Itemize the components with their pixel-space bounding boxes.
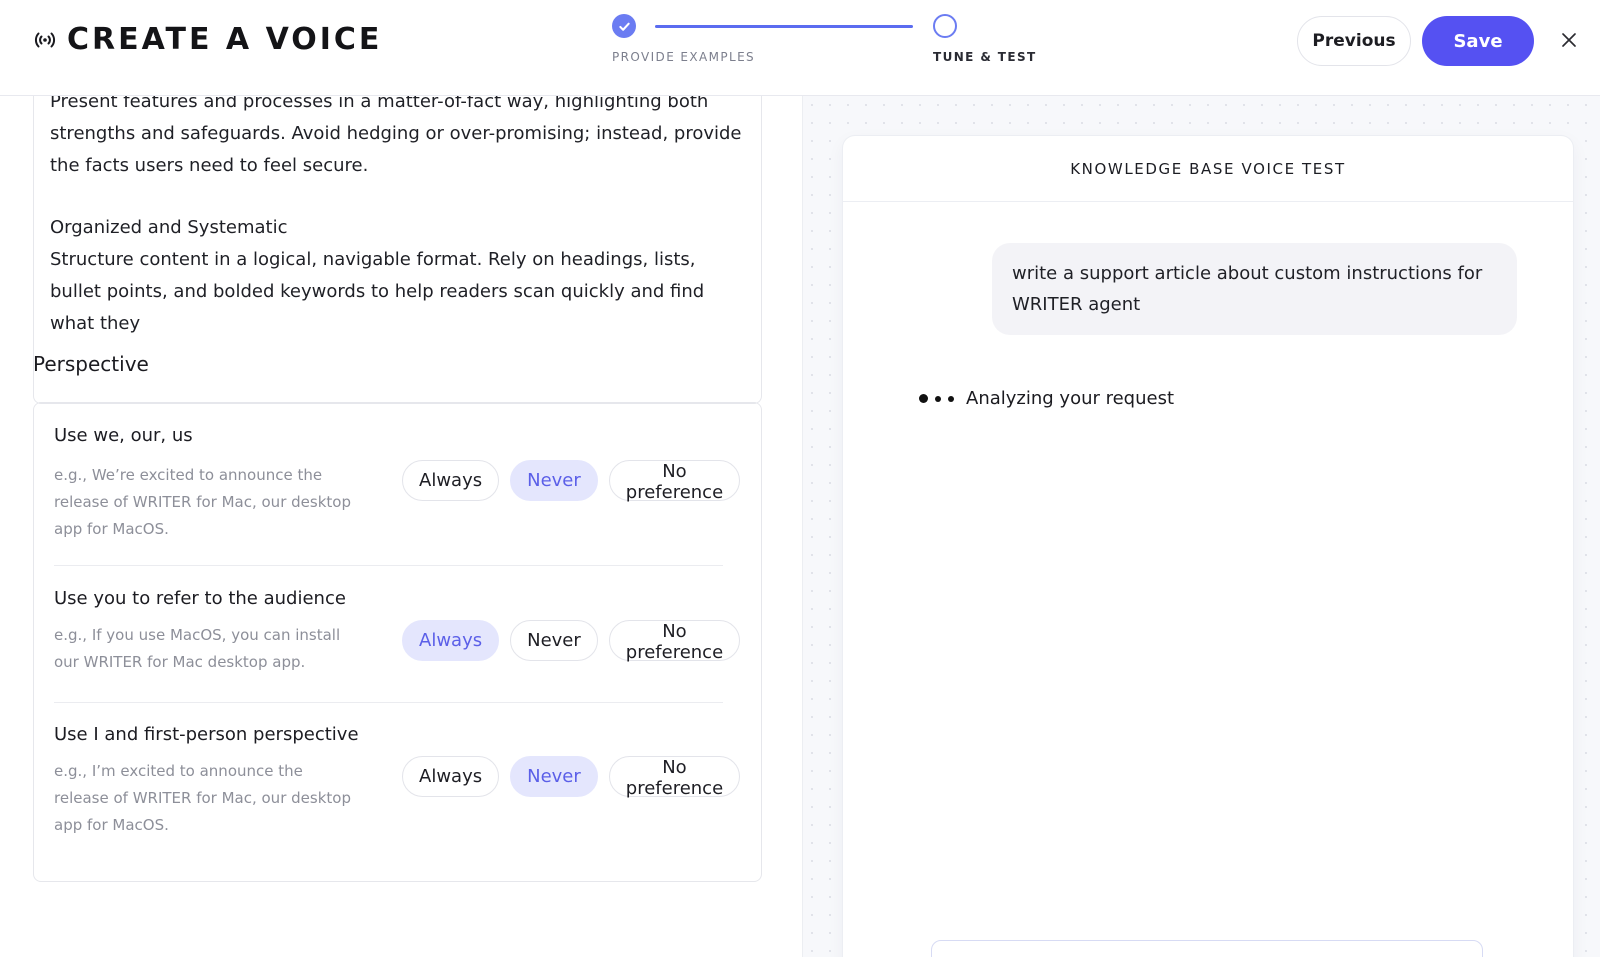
option-never[interactable]: Never [510,460,598,501]
step-label-tune-test[interactable]: TUNE & TEST [933,50,1037,64]
row-divider [54,565,723,566]
preference-example: e.g., If you use MacOS, you can install … [54,626,341,671]
guideline-paragraph: Present features and processes in a matt… [50,96,742,176]
option-no-preference[interactable]: No preference [608,620,741,663]
perspective-heading: Perspective [33,352,149,376]
option-always[interactable]: Always [402,756,500,797]
voice-test-card: KNOWLEDGE BASE VOICE TEST write a suppor… [843,136,1573,957]
preference-label: Use we, our, us [54,425,193,446]
status-text: Analyzing your request [966,388,1175,409]
option-never[interactable]: Never [510,756,598,797]
option-always[interactable]: Always [402,460,500,501]
voice-test-panel: KNOWLEDGE BASE VOICE TEST write a suppor… [802,96,1600,957]
preference-options: Always Never No preference [402,460,741,503]
loading-dots-icon [919,394,954,403]
check-icon [618,22,630,31]
preference-row: Use I and first-person perspective e.g.,… [54,724,741,854]
preference-options: Always Never No preference [402,756,741,799]
preference-label: Use I and first-person perspective [54,724,359,745]
option-always[interactable]: Always [402,620,500,661]
preference-example: e.g., I’m excited to announce the releas… [54,762,351,834]
voice-test-title: KNOWLEDGE BASE VOICE TEST [843,136,1573,202]
guideline-heading: Organized and Systematic [50,217,288,238]
step-complete-indicator[interactable] [612,14,636,38]
top-bar: CREATE A VOICE PROVIDE EXAMPLES TUNE & T… [0,0,1600,96]
loading-status: Analyzing your request [919,388,1174,409]
step-label-provide-examples[interactable]: PROVIDE EXAMPLES [612,50,755,64]
step-connector [655,25,913,28]
preference-row: Use you to refer to the audience e.g., I… [54,588,741,688]
preference-options: Always Never No preference [402,620,741,663]
previous-button[interactable]: Previous [1297,16,1411,66]
close-icon [1562,32,1576,47]
guideline-paragraph: Structure content in a logical, navigabl… [50,249,705,334]
preference-label: Use you to refer to the audience [54,588,346,609]
brand: CREATE A VOICE [33,22,382,57]
perspective-card: Use we, our, us e.g., We’re excited to a… [33,402,762,882]
progress-stepper: PROVIDE EXAMPLES TUNE & TEST [612,14,1035,74]
message-input[interactable] [931,940,1483,957]
user-message-bubble: write a support article about custom ins… [992,243,1517,335]
page-title: CREATE A VOICE [67,22,383,57]
broadcast-icon [34,32,56,47]
preference-example: e.g., We’re excited to announce the rele… [54,466,351,538]
save-button[interactable]: Save [1422,16,1534,66]
option-no-preference[interactable]: No preference [608,756,741,799]
option-never[interactable]: Never [510,620,598,661]
option-no-preference[interactable]: No preference [608,460,741,503]
step-current-indicator[interactable] [933,14,957,38]
preference-row: Use we, our, us e.g., We’re excited to a… [54,425,741,555]
close-button[interactable] [1556,28,1582,54]
voice-settings-panel[interactable]: Present features and processes in a matt… [0,96,802,957]
row-divider [54,702,723,703]
